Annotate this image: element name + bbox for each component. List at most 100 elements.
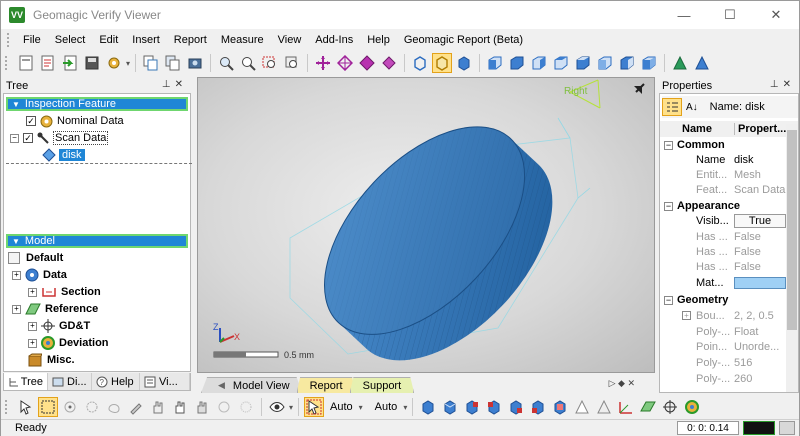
zoom-icon[interactable] (238, 53, 258, 73)
view-red-icon[interactable] (462, 397, 482, 417)
visibility-dropdown-icon[interactable]: ▾ (289, 403, 293, 412)
pin-close-icons[interactable]: ⊥✕ (162, 79, 187, 90)
pan-icon[interactable] (313, 53, 333, 73)
menu-add-ins[interactable]: Add-Ins (308, 34, 360, 46)
close-button[interactable]: ✕ (753, 1, 799, 29)
rectangle-select-icon[interactable] (38, 397, 58, 417)
category-common[interactable]: − Common (660, 137, 798, 152)
save-icon[interactable] (82, 53, 102, 73)
inspection-feature-header[interactable]: ▼ Inspection Feature (6, 97, 188, 111)
menu-view[interactable]: View (271, 34, 309, 46)
target-icon[interactable] (660, 397, 680, 417)
view-red2-icon[interactable] (484, 397, 504, 417)
select-hand-icon[interactable] (148, 397, 168, 417)
tab-display[interactable]: Di... (48, 373, 92, 390)
property-row[interactable]: Has ... False (660, 229, 798, 244)
menu-grip-icon[interactable] (7, 33, 10, 47)
select-all-icon[interactable] (236, 397, 256, 417)
model-header[interactable]: ▼ Model (6, 234, 188, 248)
zoom-fit-icon[interactable] (216, 53, 236, 73)
auto-dropdown-2-arrow-icon[interactable]: ▾ (403, 403, 407, 412)
plane-green-icon[interactable] (638, 397, 658, 417)
property-row[interactable]: Poly-... Float (660, 324, 798, 339)
menu-edit[interactable]: Edit (92, 34, 125, 46)
collapse-toggle-icon[interactable]: − (664, 140, 673, 150)
new-icon[interactable] (16, 53, 36, 73)
tab-model-view[interactable]: ◀ Model View (201, 377, 303, 393)
property-row[interactable]: Visib... True (660, 213, 798, 228)
collapse-toggle-icon[interactable]: − (10, 133, 19, 143)
auto-dropdown-1[interactable]: Auto (330, 401, 353, 413)
property-row[interactable]: Poly-... 516 (660, 355, 798, 370)
select-lasso-icon[interactable] (104, 397, 124, 417)
select-connected-icon[interactable] (214, 397, 234, 417)
tab-views[interactable]: Vi... (140, 373, 190, 390)
auto-dropdown-2[interactable]: Auto (375, 401, 398, 413)
standard-view-icon[interactable] (440, 397, 460, 417)
property-row[interactable]: Feat... Scan Data (660, 182, 798, 197)
zoom-selection-icon[interactable] (282, 53, 302, 73)
property-row[interactable]: Has ... False (660, 259, 798, 274)
rotate-icon[interactable] (335, 53, 355, 73)
tree-item-section[interactable]: + Section (28, 284, 101, 300)
expand-toggle-icon[interactable]: + (28, 338, 37, 348)
property-row[interactable]: + Bou... 2, 2, 0.5 (660, 308, 798, 323)
tab-support[interactable]: Support (349, 377, 415, 393)
tree-item-reference[interactable]: + Reference (12, 301, 98, 317)
visible-value-field[interactable]: True (734, 213, 786, 228)
menu-select[interactable]: Select (48, 34, 93, 46)
tree-item-scan-data[interactable]: − ✓ Scan Data (10, 130, 109, 146)
expand-toggle-icon[interactable]: + (682, 311, 691, 320)
axis-red-icon[interactable] (616, 397, 636, 417)
sort-az-icon[interactable]: A↓ (686, 102, 698, 113)
paste-icon[interactable] (163, 53, 183, 73)
tree-item-deviation[interactable]: + Deviation (28, 335, 109, 351)
view-wireframe-icon[interactable] (410, 53, 430, 73)
view-front-icon[interactable] (485, 53, 505, 73)
view-iso-icon[interactable] (617, 53, 637, 73)
select-circle-icon[interactable] (82, 397, 102, 417)
property-row[interactable]: Name disk (660, 152, 798, 167)
toolbar-grip-icon[interactable] (5, 56, 8, 70)
select-pointer-icon[interactable] (16, 397, 36, 417)
lighting-icon[interactable] (692, 53, 712, 73)
select-pick-icon[interactable] (170, 397, 190, 417)
tabs-nav-icons[interactable]: ▷ ◆ ✕ (609, 378, 635, 389)
property-row[interactable]: Poly-... 260 (660, 371, 798, 386)
property-row[interactable]: Has ... False (660, 244, 798, 259)
triangle-grey-icon[interactable] (572, 397, 592, 417)
checkbox[interactable]: ✓ (26, 116, 36, 126)
screenshot-icon[interactable] (185, 53, 205, 73)
copy-icon[interactable] (141, 53, 161, 73)
tree-item-nominal-data[interactable]: ✓ Nominal Data (26, 113, 124, 129)
tabs-left-icon[interactable]: ◀ (218, 380, 225, 391)
triangle-grey2-icon[interactable] (594, 397, 614, 417)
collapse-toggle-icon[interactable]: − (664, 295, 673, 305)
tree-item-data[interactable]: + Data (12, 267, 67, 283)
property-row[interactable]: Mat... (660, 275, 798, 290)
collapse-triangle-icon[interactable]: ▼ (12, 100, 20, 109)
property-row[interactable]: Poin... Unorde... (660, 339, 798, 354)
pin-close-icons[interactable]: ⊥✕ (770, 79, 795, 90)
collapse-toggle-icon[interactable]: − (664, 201, 673, 211)
tree-item-gdt[interactable]: + GD&T (28, 318, 90, 334)
spin-icon[interactable] (357, 53, 377, 73)
settings-dropdown-icon[interactable]: ▾ (126, 59, 130, 68)
menu-geomagic-report[interactable]: Geomagic Report (Beta) (397, 34, 530, 46)
menu-measure[interactable]: Measure (214, 34, 271, 46)
zoom-window-icon[interactable] (260, 53, 280, 73)
tab-report[interactable]: Report (296, 377, 356, 393)
view-red4-icon[interactable] (528, 397, 548, 417)
view-left-icon[interactable] (529, 53, 549, 73)
column-property[interactable]: Propert... (734, 123, 786, 135)
deviation-map-icon[interactable] (682, 397, 702, 417)
toolbar-grip-icon[interactable] (5, 400, 8, 414)
orbit-icon[interactable] (379, 53, 399, 73)
category-geometry[interactable]: − Geometry (660, 292, 798, 307)
tree-item-default[interactable]: Default (8, 250, 63, 266)
categorized-icon[interactable] (662, 98, 682, 116)
view-iso2-icon[interactable] (639, 53, 659, 73)
view-solid-icon[interactable] (454, 53, 474, 73)
maximize-button[interactable]: ☐ (707, 1, 753, 29)
material-color-swatch[interactable] (734, 276, 786, 289)
